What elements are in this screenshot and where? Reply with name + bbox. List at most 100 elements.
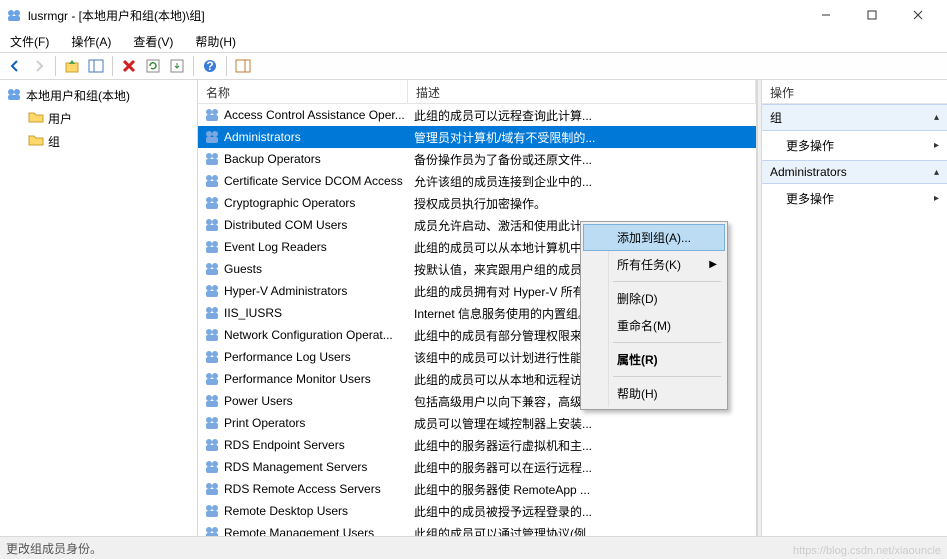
menu-view[interactable]: 查看(V) xyxy=(129,31,177,52)
group-icon xyxy=(204,107,220,123)
tree-groups-label: 组 xyxy=(48,133,60,150)
up-button[interactable] xyxy=(61,55,83,77)
group-name: Remote Desktop Users xyxy=(224,504,348,518)
forward-button[interactable] xyxy=(28,55,50,77)
table-row[interactable]: RDS Endpoint Servers 此组中的服务器运行虚拟机和主... xyxy=(198,434,756,456)
group-icon xyxy=(204,173,220,189)
table-row[interactable]: Print Operators 成员可以管理在域控制器上安装... xyxy=(198,412,756,434)
cm-all-tasks[interactable]: 所有任务(K)▶ xyxy=(583,251,725,278)
watermark: https://blog.csdn.net/xiaouncle xyxy=(793,545,941,557)
cm-add-to-group[interactable]: 添加到组(A)... xyxy=(583,224,725,251)
group-icon xyxy=(204,129,220,145)
group-name: Access Control Assistance Oper... xyxy=(224,108,405,122)
group-name: Cryptographic Operators xyxy=(224,196,355,210)
back-button[interactable] xyxy=(4,55,26,77)
group-name: Backup Operators xyxy=(224,152,321,166)
menu-help[interactable]: 帮助(H) xyxy=(191,31,240,52)
group-icon xyxy=(204,503,220,519)
table-row[interactable]: Access Control Assistance Oper...此组的成员可以… xyxy=(198,104,756,126)
group-name: Power Users xyxy=(224,394,293,408)
group-desc: 此组中的成员被授予远程登录的... xyxy=(408,503,756,520)
group-icon xyxy=(204,415,220,431)
group-icon xyxy=(204,283,220,299)
action-more-selected[interactable]: 更多操作▸ xyxy=(762,184,947,213)
cm-rename[interactable]: 重命名(M) xyxy=(583,312,725,339)
group-name: IIS_IUSRS xyxy=(224,306,282,320)
table-row[interactable]: Cryptographic Operators授权成员执行加密操作。 xyxy=(198,192,756,214)
group-name: Event Log Readers xyxy=(224,240,327,254)
tree-root[interactable]: 本地用户和组(本地) xyxy=(4,84,193,107)
action-section-groups[interactable]: 组▴ xyxy=(762,104,947,131)
group-icon xyxy=(204,261,220,277)
action-more-groups[interactable]: 更多操作▸ xyxy=(762,131,947,160)
group-name: Administrators xyxy=(224,130,301,144)
table-row[interactable]: Administrators 管理员对计算机/域有不受限制的... xyxy=(198,126,756,148)
group-name: Remote Management Users xyxy=(224,526,374,536)
group-icon xyxy=(204,349,220,365)
delete-icon[interactable] xyxy=(118,55,140,77)
group-icon xyxy=(204,437,220,453)
help-icon[interactable]: ? xyxy=(199,55,221,77)
app-icon xyxy=(6,7,22,23)
group-icon xyxy=(204,481,220,497)
export-icon[interactable] xyxy=(166,55,188,77)
cm-delete[interactable]: 删除(D) xyxy=(583,285,725,312)
group-desc: 成员可以管理在域控制器上安装... xyxy=(408,415,756,432)
table-row[interactable]: RDS Remote Access Servers 此组中的服务器使 Remote… xyxy=(198,478,756,500)
maximize-button[interactable] xyxy=(849,0,895,30)
table-row[interactable]: Certificate Service DCOM Access 允许该组的成员连接… xyxy=(198,170,756,192)
group-name: Performance Monitor Users xyxy=(224,372,371,386)
group-name: Distributed COM Users xyxy=(224,218,347,232)
tree-item-users[interactable]: 用户 xyxy=(4,107,193,130)
table-row[interactable]: Remote Desktop Users 此组中的成员被授予远程登录的... xyxy=(198,500,756,522)
workspace: 本地用户和组(本地) 用户 组 名称 描述 Access Control Ass… xyxy=(0,80,947,537)
actions-header: 操作 xyxy=(762,80,947,104)
group-name: Network Configuration Operat... xyxy=(224,328,393,342)
group-desc: 此组的成员可以通过管理协议(例... xyxy=(408,525,756,537)
menu-file[interactable]: 文件(F) xyxy=(6,31,53,52)
table-row[interactable]: Remote Management Users 此组的成员可以通过管理协议(例..… xyxy=(198,522,756,536)
column-name[interactable]: 名称 xyxy=(198,80,408,103)
cm-properties[interactable]: 属性(R) xyxy=(583,346,725,373)
group-icon xyxy=(204,151,220,167)
group-icon xyxy=(204,239,220,255)
column-description[interactable]: 描述 xyxy=(408,80,756,103)
cm-help[interactable]: 帮助(H) xyxy=(583,380,725,407)
group-desc: 备份操作员为了备份或还原文件... xyxy=(408,151,756,168)
action-section-selected[interactable]: Administrators▴ xyxy=(762,160,947,184)
group-name: RDS Endpoint Servers xyxy=(224,438,345,452)
table-row[interactable]: Backup Operators 备份操作员为了备份或还原文件... xyxy=(198,148,756,170)
group-name: Print Operators xyxy=(224,416,305,430)
tree-pane: 本地用户和组(本地) 用户 组 xyxy=(0,80,198,536)
group-desc: 管理员对计算机/域有不受限制的... xyxy=(408,129,756,146)
group-name: RDS Remote Access Servers xyxy=(224,482,381,496)
group-desc: 此组中的服务器可以在运行远程... xyxy=(408,459,756,476)
group-icon xyxy=(204,393,220,409)
context-menu: 添加到组(A)... 所有任务(K)▶ 删除(D) 重命名(M) 属性(R) 帮… xyxy=(580,221,728,410)
list-header: 名称 描述 xyxy=(198,80,756,104)
group-desc: 此组中的服务器运行虚拟机和主... xyxy=(408,437,756,454)
minimize-button[interactable] xyxy=(803,0,849,30)
titlebar: lusrmgr - [本地用户和组(本地)\组] xyxy=(0,0,947,30)
group-name: Certificate Service DCOM Access xyxy=(224,174,403,188)
group-desc: 允许该组的成员连接到企业中的... xyxy=(408,173,756,190)
list-pane: 名称 描述 Access Control Assistance Oper...此… xyxy=(198,80,757,536)
group-icon xyxy=(204,195,220,211)
group-desc: 此组的成员可以远程查询此计算... xyxy=(408,107,756,124)
status-text: 更改组成员身份。 xyxy=(6,540,102,557)
tree-item-groups[interactable]: 组 xyxy=(4,130,193,153)
folder-icon xyxy=(28,132,44,151)
menu-action[interactable]: 操作(A) xyxy=(67,31,115,52)
group-name: RDS Management Servers xyxy=(224,460,367,474)
show-hide-tree-button[interactable] xyxy=(85,55,107,77)
refresh-icon[interactable] xyxy=(142,55,164,77)
group-icon xyxy=(204,217,220,233)
menubar: 文件(F) 操作(A) 查看(V) 帮助(H) xyxy=(0,30,947,52)
toolbar: ? xyxy=(0,52,947,80)
action-pane-icon[interactable] xyxy=(232,55,254,77)
close-button[interactable] xyxy=(895,0,941,30)
group-desc: 此组中的服务器使 RemoteApp ... xyxy=(408,481,756,498)
table-row[interactable]: RDS Management Servers 此组中的服务器可以在运行远程... xyxy=(198,456,756,478)
group-icon xyxy=(204,371,220,387)
group-name: Guests xyxy=(224,262,262,276)
